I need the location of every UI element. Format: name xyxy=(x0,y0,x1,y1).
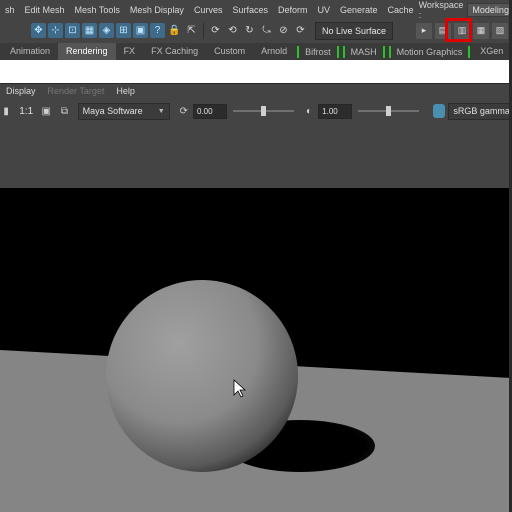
select-by-hierarchy-icon[interactable]: ✥ xyxy=(31,23,46,38)
color-management-icon[interactable] xyxy=(433,104,446,118)
history-icon[interactable]: ⟳ xyxy=(208,23,223,38)
menu-help[interactable]: Help xyxy=(110,86,141,96)
menu-curves[interactable]: Curves xyxy=(189,5,228,15)
menu-edit-mesh[interactable]: Edit Mesh xyxy=(20,5,70,15)
gamma-icon[interactable]: ◐ xyxy=(303,104,315,118)
tab-motion-graphics[interactable]: Motion Graphics xyxy=(388,45,471,58)
menu-mesh-tools[interactable]: Mesh Tools xyxy=(70,5,125,15)
refresh-icon[interactable]: ⟳ xyxy=(178,104,190,118)
make-live-icon[interactable]: ? xyxy=(150,23,165,38)
renderer-dropdown[interactable]: Maya Software ▼ xyxy=(77,102,170,120)
tab-fx[interactable]: FX xyxy=(116,43,144,60)
tab-custom[interactable]: Custom xyxy=(206,43,253,60)
ratio-button[interactable]: 1:1 xyxy=(19,106,33,117)
highlight-box xyxy=(445,18,472,42)
tab-mash[interactable]: MASH xyxy=(342,45,385,58)
menu-display[interactable]: Display xyxy=(0,86,42,96)
main-menu-bar: sh Edit Mesh Mesh Tools Mesh Display Cur… xyxy=(0,0,512,20)
exposure-slider-knob[interactable] xyxy=(260,106,266,116)
menu-generate[interactable]: Generate xyxy=(335,5,383,15)
exposure-slider[interactable] xyxy=(232,106,294,116)
keep-image-icon[interactable]: ⧉ xyxy=(58,104,70,118)
menu-mesh[interactable]: sh xyxy=(0,5,20,15)
tab-bifrost[interactable]: Bifrost xyxy=(297,45,339,58)
live-surface-field[interactable]: No Live Surface xyxy=(315,21,394,40)
input-ops-icon[interactable]: ⟲ xyxy=(225,23,240,38)
menu-surfaces[interactable]: Surfaces xyxy=(227,5,273,15)
hypershade-icon[interactable]: ▦ xyxy=(473,22,489,39)
gamma-slider-knob[interactable] xyxy=(385,106,391,116)
menu-cache[interactable]: Cache xyxy=(383,5,419,15)
tab-xgen[interactable]: XGen xyxy=(472,43,511,60)
shelf-content xyxy=(0,60,512,83)
menu-mesh-display[interactable]: Mesh Display xyxy=(125,5,189,15)
tab-fx-caching[interactable]: FX Caching xyxy=(143,43,206,60)
snap-to-view-plane-icon[interactable]: ▣ xyxy=(133,23,148,38)
exposure-field[interactable]: 0.00 xyxy=(192,103,227,119)
tab-animation[interactable]: Animation xyxy=(2,43,58,60)
input-line-icon[interactable]: ▸ xyxy=(416,22,432,39)
chevron-down-icon: ▼ xyxy=(157,107,165,115)
pin-icon[interactable]: ▮ xyxy=(0,104,12,118)
render-view-menu: Display Render Target Help xyxy=(0,84,512,98)
workspace-label: Workspace : xyxy=(418,0,464,20)
gamma-slider[interactable] xyxy=(357,106,420,116)
render-view-background xyxy=(0,124,512,188)
render-current-frame-icon[interactable]: ⊘ xyxy=(276,23,291,38)
shelf-tabs: Animation Rendering FX FX Caching Custom… xyxy=(0,43,512,60)
toolbar-separator xyxy=(203,22,204,39)
menu-deform[interactable]: Deform xyxy=(273,5,313,15)
lock-icon[interactable]: 🔒 xyxy=(167,23,182,38)
workspace-selector: Workspace : Modeling xyxy=(419,0,512,20)
snapshot-image-icon[interactable]: ▣ xyxy=(40,104,52,118)
render-view-toolbar: ▮ 1:1 ▣ ⧉ Maya Software ▼ ⟳ 0.00 ◐ 1.00 … xyxy=(0,98,512,124)
gamma-field[interactable]: 1.00 xyxy=(318,103,352,119)
color-space-field[interactable]: sRGB gamma xyxy=(448,102,512,120)
select-by-component-icon[interactable]: ⊡ xyxy=(65,23,80,38)
snap-to-point-icon[interactable]: ⊞ xyxy=(116,23,131,38)
menu-uv[interactable]: UV xyxy=(313,5,336,15)
light-editor-icon[interactable]: ▧ xyxy=(492,22,508,39)
tab-arnold[interactable]: Arnold xyxy=(253,43,295,60)
construction-history-icon[interactable]: ⤿ xyxy=(259,23,274,38)
snap-to-grid-icon[interactable]: ▦ xyxy=(82,23,97,38)
tab-rendering[interactable]: Rendering xyxy=(58,43,116,60)
output-ops-icon[interactable]: ↻ xyxy=(242,23,257,38)
select-by-object-icon[interactable]: ⊹ xyxy=(48,23,63,38)
render-image-graphic xyxy=(0,280,512,512)
ipr-render-icon[interactable]: ⟳ xyxy=(293,23,308,38)
renderer-label: Maya Software xyxy=(82,106,143,116)
menu-render-target[interactable]: Render Target xyxy=(42,86,111,96)
render-image xyxy=(0,188,512,512)
snap-to-curve-icon[interactable]: ◈ xyxy=(99,23,114,38)
workspace-dropdown[interactable]: Modeling xyxy=(467,2,512,17)
symmetry-icon[interactable]: ⇱ xyxy=(184,23,199,38)
sphere xyxy=(106,280,298,472)
